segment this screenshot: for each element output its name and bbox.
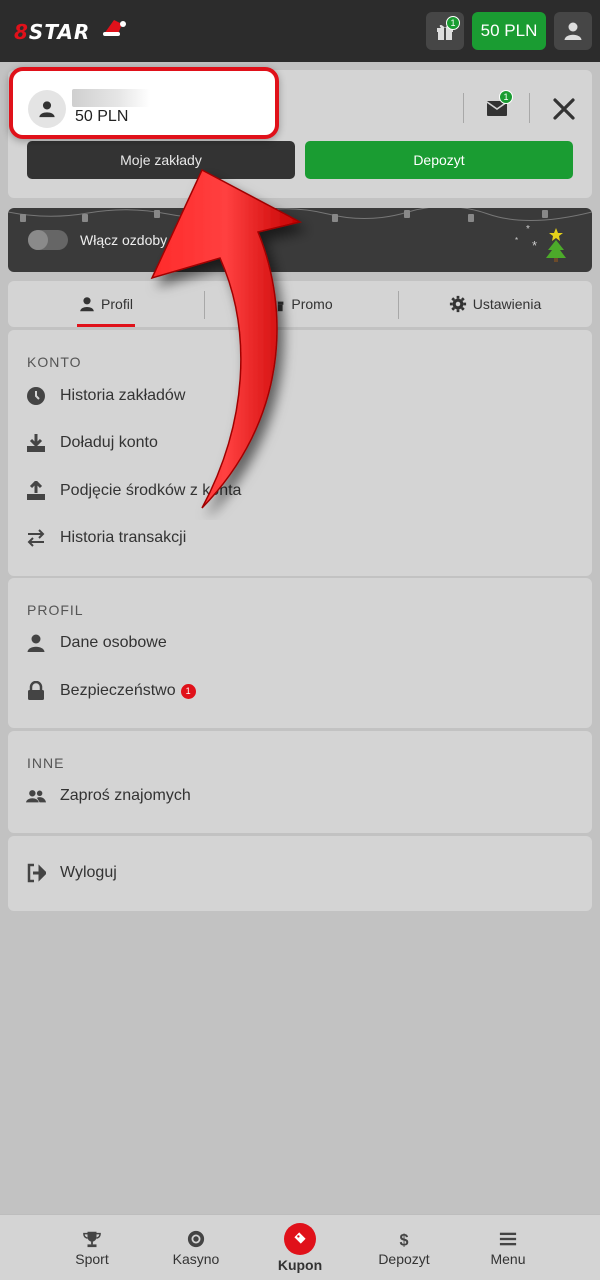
user-icon xyxy=(39,101,55,118)
upload-icon xyxy=(25,480,47,502)
menu-item-withdraw[interactable]: Podjęcie środków z konta xyxy=(25,473,565,509)
nav-depozyt[interactable]: $ Depozyt xyxy=(354,1215,454,1280)
menu-item-label: Historia zakładów xyxy=(60,387,186,404)
tab-label: Ustawienia xyxy=(472,296,542,312)
nav-label: Depozyt xyxy=(378,1250,430,1267)
menu-item-label: Dane osobowe xyxy=(60,634,167,651)
menu-item-invite-friends[interactable]: Zaproś znajomych xyxy=(25,778,565,814)
menu-item-label: Zaproś znajomych xyxy=(60,787,191,804)
section-title: INNE xyxy=(27,755,65,771)
kupon-badge xyxy=(284,1223,316,1255)
string-lights xyxy=(8,208,592,222)
decorations-toggle[interactable] xyxy=(28,230,68,250)
menu-item-personal-data[interactable]: Dane osobowe xyxy=(25,625,565,661)
menu-item-label: Podjęcie środków z konta xyxy=(60,482,242,499)
menu-item-top-up[interactable]: Doładuj konto xyxy=(25,425,565,461)
nav-sport[interactable]: Sport xyxy=(42,1215,142,1280)
nav-menu[interactable]: Menu xyxy=(458,1215,558,1280)
decorations-toggle-label: Włącz ozdoby xyxy=(80,232,168,248)
decorations-banner: Włącz ozdoby * * * xyxy=(8,208,592,272)
security-badge: 1 xyxy=(180,683,196,699)
snow-icon: * xyxy=(532,238,538,253)
hamburger-icon xyxy=(499,1232,517,1245)
gift-button[interactable]: 1 xyxy=(426,12,464,50)
chip-icon xyxy=(187,1230,205,1247)
bottom-navigation: Sport Kasyno Kupon $ Depozyt Menu xyxy=(0,1214,600,1280)
gear-icon xyxy=(449,295,466,313)
section-konto: KONTO Historia zakładów Doładuj konto Po… xyxy=(8,330,592,576)
menu-item-label: Doładuj konto xyxy=(60,434,158,451)
mail-badge: 1 xyxy=(499,90,513,104)
logout-button[interactable]: Wyloguj xyxy=(25,855,565,891)
top-bar: 8STAR 1 50 PLN xyxy=(0,0,600,62)
menu-item-label: Historia transakcji xyxy=(60,529,187,546)
tab-label: Profil xyxy=(101,296,133,312)
nav-label: Kupon xyxy=(277,1257,323,1273)
transfer-icon xyxy=(25,527,47,549)
balance-button[interactable]: 50 PLN xyxy=(472,12,546,50)
gift-icon xyxy=(270,301,284,312)
tab-ustawienia[interactable]: Ustawienia xyxy=(398,281,592,327)
user-icon xyxy=(564,22,582,40)
active-tab-indicator xyxy=(77,324,135,327)
download-icon xyxy=(25,432,47,454)
logo-text: 8STAR xyxy=(14,20,91,44)
section-inne: INNE Zaproś znajomych xyxy=(8,731,592,833)
tab-promo[interactable]: Promo xyxy=(204,281,398,327)
gift-badge: 1 xyxy=(446,16,460,30)
profile-tabs: Profil Promo Ustawienia xyxy=(8,281,592,327)
toggle-knob xyxy=(28,230,48,250)
profile-summary[interactable]: 50 PLN xyxy=(9,67,279,139)
menu-item-transaction-history[interactable]: Historia transakcji xyxy=(25,520,565,556)
avatar xyxy=(28,90,66,128)
clock-icon xyxy=(25,385,47,407)
menu-item-security[interactable]: Bezpieczeństwo 1 xyxy=(25,673,565,709)
menu-item-bet-history[interactable]: Historia zakładów xyxy=(25,378,565,414)
trophy-icon xyxy=(83,1231,101,1247)
logo[interactable]: 8STAR xyxy=(14,16,126,48)
nav-label: Kasyno xyxy=(172,1250,220,1267)
deposit-button[interactable]: Depozyt xyxy=(305,141,573,179)
menu-item-label: Wyloguj xyxy=(60,864,117,881)
section-title: KONTO xyxy=(27,354,82,370)
nav-kasyno[interactable]: Kasyno xyxy=(146,1215,246,1280)
santa-hat-icon xyxy=(103,20,126,36)
divider xyxy=(529,93,530,123)
section-logout: Wyloguj xyxy=(8,836,592,911)
username-redacted xyxy=(72,89,150,107)
section-title: PROFIL xyxy=(27,602,84,618)
account-balance: 50 PLN xyxy=(75,108,129,125)
nav-kupon[interactable]: Kupon xyxy=(250,1215,350,1280)
lock-icon xyxy=(25,680,47,702)
tab-profil[interactable]: Profil xyxy=(8,281,204,327)
tab-label: Promo xyxy=(291,296,333,312)
user-icon xyxy=(80,297,94,312)
snow-icon: * xyxy=(515,236,519,245)
my-bets-button[interactable]: Moje zakłady xyxy=(27,141,295,179)
nav-label: Sport xyxy=(75,1250,109,1267)
ticket-icon xyxy=(294,1231,306,1244)
nav-label: Menu xyxy=(490,1250,526,1267)
christmas-tree-icon xyxy=(546,228,566,262)
close-icon[interactable] xyxy=(550,95,578,123)
snow-icon: * xyxy=(526,224,530,235)
svg-text:$: $ xyxy=(399,1231,408,1248)
users-icon xyxy=(25,785,47,807)
logout-icon xyxy=(25,862,47,884)
dollar-icon: $ xyxy=(399,1231,408,1248)
divider xyxy=(463,93,464,123)
section-profil: PROFIL Dane osobowe Bezpieczeństwo 1 xyxy=(8,578,592,728)
user-button[interactable] xyxy=(554,12,592,50)
menu-item-label: Bezpieczeństwo xyxy=(60,682,176,699)
user-icon xyxy=(25,632,47,654)
